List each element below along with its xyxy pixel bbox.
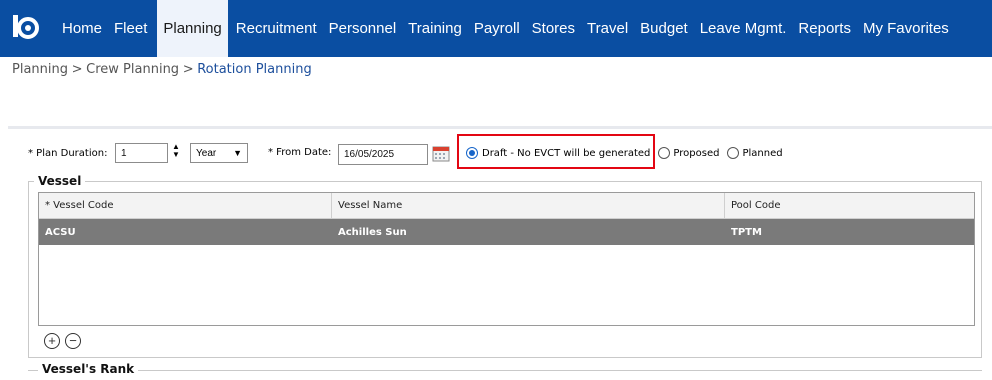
nav-item-home[interactable]: Home (56, 0, 108, 57)
nav-item-travel[interactable]: Travel (581, 0, 634, 57)
breadcrumb-separator: > (182, 62, 194, 77)
breadcrumb: Planning > Crew Planning > Rotation Plan… (12, 61, 312, 77)
proposed-radio[interactable] (658, 147, 671, 159)
breadcrumb-planning[interactable]: Planning (12, 62, 68, 77)
remove-row-button[interactable]: − (65, 333, 81, 349)
column-header-vessel-name[interactable]: Vessel Name (332, 193, 725, 218)
vessel-grid-header: * Vessel Code Vessel Name Pool Code (39, 193, 974, 219)
from-date-input[interactable]: 16/05/2025 (338, 144, 428, 165)
nav-item-personnel[interactable]: Personnel (323, 0, 403, 57)
nav-item-budget[interactable]: Budget (634, 0, 694, 57)
nav-item-my-favorites[interactable]: My Favorites (857, 0, 955, 57)
nav-item-reports[interactable]: Reports (792, 0, 857, 57)
breadcrumb-separator: > (71, 62, 83, 77)
breadcrumb-crew-planning[interactable]: Crew Planning (86, 62, 179, 77)
vessel-name-cell: Achilles Sun (338, 227, 407, 238)
duration-unit-select[interactable]: Year ▼ (190, 143, 248, 163)
proposed-radio-label: Proposed (673, 147, 720, 159)
nav-item-stores[interactable]: Stores (526, 0, 581, 57)
nav-item-recruitment[interactable]: Recruitment (230, 0, 323, 57)
plan-duration-input[interactable]: 1 (115, 143, 168, 163)
from-date-label: * From Date: (268, 147, 332, 158)
nav-item-payroll[interactable]: Payroll (468, 0, 526, 57)
nav-item-leave-mgmt[interactable]: Leave Mgmt. (694, 0, 793, 57)
breadcrumb-rotation-planning: Rotation Planning (197, 62, 312, 77)
column-header-pool-code[interactable]: Pool Code (725, 193, 974, 218)
vessel-legend: Vessel (34, 174, 86, 188)
add-row-button[interactable]: + (44, 333, 60, 349)
column-header-vessel-code[interactable]: * Vessel Code (39, 193, 332, 218)
nav-menu: Home Fleet Planning Recruitment Personne… (56, 0, 955, 57)
pool-code-cell: TPTM (731, 227, 762, 238)
duration-unit-value: Year (196, 147, 217, 159)
plan-duration-stepper[interactable]: ▲ ▼ (171, 143, 181, 161)
plan-duration-label: * Plan Duration: (28, 148, 108, 159)
nav-item-training[interactable]: Training (402, 0, 468, 57)
planned-radio[interactable] (727, 147, 740, 159)
highlight-box (457, 134, 655, 169)
vessel-rank-legend: Vessel's Rank (38, 362, 139, 376)
top-navigation-bar: Home Fleet Planning Recruitment Personne… (0, 0, 992, 57)
app-logo-icon[interactable] (10, 12, 40, 42)
nav-item-planning[interactable]: Planning (157, 0, 228, 57)
calendar-icon[interactable] (432, 144, 450, 162)
vessel-code-cell: ACSU (45, 227, 76, 238)
vessel-grid: * Vessel Code Vessel Name Pool Code ACSU… (38, 192, 975, 326)
vessel-rank-fieldset (28, 370, 982, 380)
nav-item-fleet[interactable]: Fleet (108, 0, 153, 57)
section-divider (8, 126, 992, 129)
table-row[interactable]: ACSU Achilles Sun TPTM (39, 219, 974, 245)
chevron-down-icon: ▼ (233, 148, 242, 158)
planned-radio-label: Planned (742, 147, 783, 159)
